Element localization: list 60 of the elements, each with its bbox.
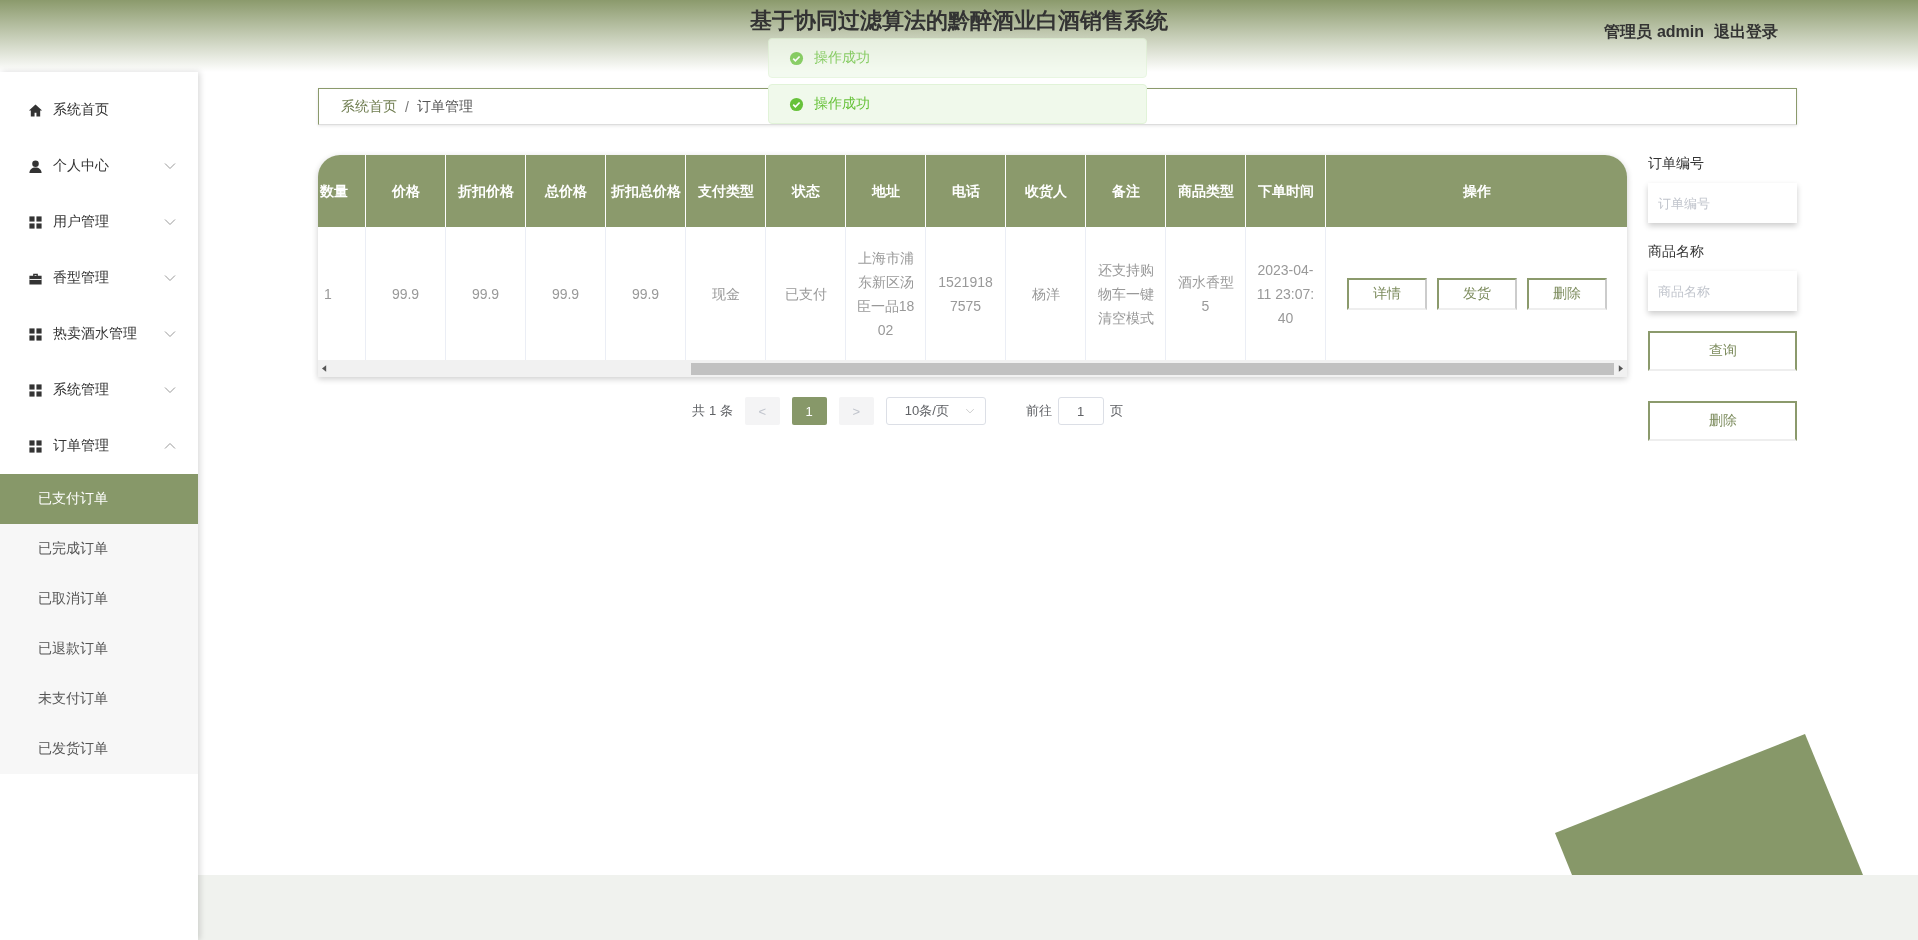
- toast-message: 操作成功: [814, 49, 870, 67]
- search-field[interactable]: 商品名称: [1648, 271, 1797, 311]
- logout-link[interactable]: 退出登录: [1714, 22, 1778, 43]
- column-header: 折扣总价格: [606, 155, 686, 227]
- sidebar-item[interactable]: 系统管理: [0, 362, 198, 418]
- sidebar-item[interactable]: 订单管理: [0, 418, 198, 474]
- field-label: 商品名称: [1648, 243, 1705, 261]
- submenu-item[interactable]: 已取消订单: [0, 574, 198, 624]
- column-header: 数量: [318, 155, 366, 227]
- sidebar-item[interactable]: 热卖酒水管理: [0, 306, 198, 362]
- row-action-button[interactable]: 详情: [1346, 277, 1427, 310]
- chevron-down-icon: [964, 408, 975, 414]
- column-header: 下单时间: [1246, 155, 1326, 227]
- grid-icon: [28, 438, 43, 454]
- scroll-right-icon: [1618, 365, 1623, 372]
- field-label: 订单编号: [1648, 155, 1705, 173]
- total-count: 共 1 条: [692, 402, 733, 420]
- column-header: 支付类型: [686, 155, 766, 227]
- submenu-item[interactable]: 已完成订单: [0, 524, 198, 574]
- column-header: 收货人: [1006, 155, 1086, 227]
- column-header: 电话: [926, 155, 1006, 227]
- column-header: 操作: [1326, 155, 1627, 227]
- check-circle-icon: [789, 50, 804, 66]
- page-suffix: 页: [1109, 402, 1123, 420]
- sidebar-item[interactable]: 个人中心: [0, 138, 198, 194]
- column-header: 状态: [766, 155, 846, 227]
- column-header: 备注: [1086, 155, 1166, 227]
- home-icon: [28, 102, 43, 118]
- grid-icon: [28, 382, 43, 398]
- submenu-item[interactable]: 未支付订单: [0, 674, 198, 724]
- row-action-button[interactable]: 发货: [1436, 277, 1517, 310]
- goto-page-field[interactable]: 1: [1057, 397, 1104, 425]
- horizontal-scrollbar[interactable]: [318, 360, 1627, 377]
- admin-label: 管理员 admin: [1604, 22, 1704, 42]
- search-field[interactable]: 订单编号: [1648, 183, 1797, 223]
- search-panel-button[interactable]: 删除: [1648, 401, 1797, 441]
- submenu-item[interactable]: 已退款订单: [0, 624, 198, 674]
- row-action-button[interactable]: 删除: [1526, 277, 1607, 310]
- scroll-left-icon: [322, 365, 327, 372]
- grid-icon: [28, 326, 43, 342]
- system-title: 基于协同过滤算法的黔醉酒业白酒销售系统: [750, 7, 1168, 35]
- sidebar-item[interactable]: 用户管理: [0, 194, 198, 250]
- submenu-item[interactable]: 已发货订单: [0, 724, 198, 774]
- breadcrumb-link[interactable]: 订单管理: [416, 97, 473, 116]
- goto-label: 前往: [1025, 402, 1052, 420]
- column-header: 地址: [846, 155, 926, 227]
- check-circle-icon: [789, 96, 804, 112]
- search-panel-button[interactable]: 查询: [1648, 331, 1797, 371]
- column-header: 总价格: [526, 155, 606, 227]
- column-header: 商品类型: [1166, 155, 1246, 227]
- grid-icon: [28, 214, 43, 230]
- breadcrumb-link[interactable]: 系统首页: [341, 97, 397, 116]
- toast-message: 操作成功: [814, 95, 870, 113]
- column-header: 价格: [366, 155, 446, 227]
- page-size-select[interactable]: 10条/页: [885, 397, 986, 425]
- column-header: 折扣价格: [446, 155, 526, 227]
- sidebar-item[interactable]: 系统首页: [0, 82, 198, 138]
- breadcrumb-separator: /: [405, 98, 409, 115]
- sidebar-item[interactable]: 香型管理: [0, 250, 198, 306]
- user-icon: [28, 158, 43, 174]
